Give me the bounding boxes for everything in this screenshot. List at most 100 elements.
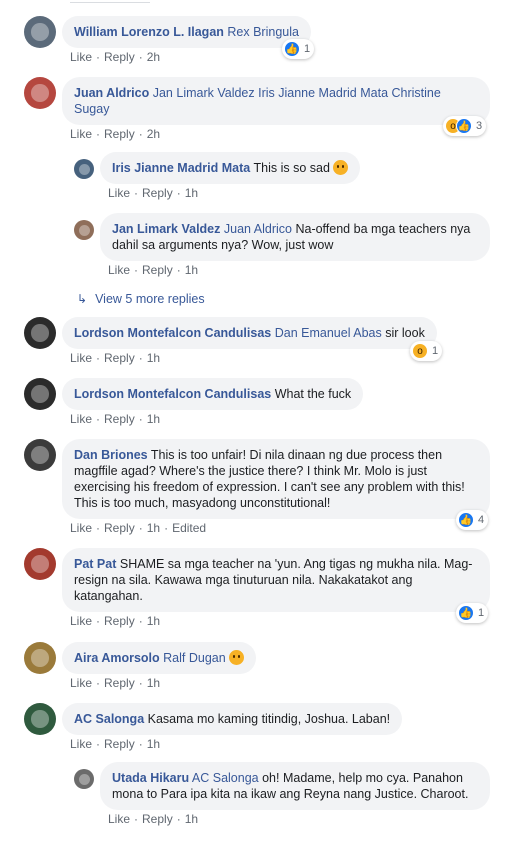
avatar[interactable] [24,77,56,109]
reactions-summary[interactable]: o 1 [410,341,443,361]
reactions-summary[interactable]: 👍 1 [282,39,315,59]
like-icon: 👍 [458,512,474,528]
avatar[interactable] [24,642,56,674]
timestamp[interactable]: 2h [147,127,160,141]
timestamp[interactable]: 1h [147,521,160,535]
avatar[interactable] [24,439,56,471]
reply-link[interactable]: Reply [104,412,135,426]
comment-actions: Like · Reply · 1h · Edited [70,521,207,535]
reply-link[interactable]: Reply [104,614,135,628]
comment-actions: Like · Reply · 1h [108,263,199,277]
comment-actions: Like · Reply · 1h [108,812,199,826]
comment-author[interactable]: Aira Amorsolo [74,651,160,665]
avatar[interactable] [24,703,56,735]
comment-actions: Like · Reply · 1h [108,186,199,200]
like-link[interactable]: Like [70,127,92,141]
reply-arrow-icon: ↳ [77,292,88,306]
like-link[interactable]: Like [70,614,92,628]
comment-actions: Like · Reply · 1h [70,614,161,628]
like-link[interactable]: Like [70,737,92,751]
comment-actions: Like · Reply · 1h [70,676,161,690]
tagged-names[interactable]: Ralf Dugan [163,651,226,665]
timestamp[interactable]: 1h [185,263,198,277]
like-link[interactable]: Like [108,263,130,277]
reply-link[interactable]: Reply [104,50,135,64]
comment-author[interactable]: Lordson Montefalcon Candulisas [74,326,271,340]
like-link[interactable]: Like [70,521,92,535]
comment-author[interactable]: Dan Briones [74,448,148,462]
reply-link[interactable]: Reply [104,351,135,365]
tagged-names[interactable]: Rex Bringula [227,25,299,39]
avatar[interactable] [74,220,94,240]
reply-link[interactable]: Reply [142,263,173,277]
comment-author[interactable]: AC Salonga [74,712,144,726]
like-link[interactable]: Like [70,50,92,64]
avatar[interactable] [24,548,56,580]
like-link[interactable]: Like [108,186,130,200]
comment-author[interactable]: Iris Jianne Madrid Mata [112,161,250,175]
view-more-replies-link[interactable]: ↳ View 5 more replies [77,292,205,306]
reply-link[interactable]: Reply [142,186,173,200]
like-icon: 👍 [456,118,472,134]
comment-bubble: Lordson Montefalcon Candulisas What the … [62,378,364,410]
comment-author[interactable]: Lordson Montefalcon Candulisas [74,387,271,401]
reply-link[interactable]: Reply [104,127,135,141]
avatar[interactable] [24,317,56,349]
tagged-names[interactable]: AC Salonga [192,771,259,785]
comment-bubble: Iris Jianne Madrid Mata This is so sad [100,152,360,184]
comment-bubble: Juan Aldrico Jan Limark Valdez Iris Jian… [62,77,490,125]
comment-text: SHAME sa mga teacher na 'yun. Ang tigas … [74,557,473,603]
reply-link[interactable]: Reply [104,676,135,690]
tagged-names[interactable]: Dan Emanuel Abas [275,326,382,340]
comment-text: Kasama mo kaming titindig, Joshua. Laban… [147,712,391,726]
timestamp[interactable]: 1h [147,412,160,426]
comment-text: What the fuck [274,387,352,401]
comment-text: sir look [385,326,425,340]
like-link[interactable]: Like [70,676,92,690]
reply-link[interactable]: Reply [104,737,135,751]
comment-bubble: AC Salonga Kasama mo kaming titindig, Jo… [62,703,403,735]
like-icon: 👍 [284,41,300,57]
like-link[interactable]: Like [108,812,130,826]
timestamp[interactable]: 2h [147,50,160,64]
comment-actions: Like · Reply · 2h [70,50,161,64]
like-icon: 👍 [458,605,474,621]
comment-actions: Like · Reply · 1h [70,737,161,751]
comment-bubble: Aira Amorsolo Ralf Dugan [62,642,256,674]
reactions-summary[interactable]: o 👍 3 [443,116,487,136]
edited-label[interactable]: Edited [172,521,206,535]
avatar[interactable] [24,378,56,410]
sad-emoji [332,160,348,175]
comment-author[interactable]: Utada Hikaru [112,771,189,785]
comment-author[interactable]: William Lorenzo L. Ilagan [74,25,224,39]
avatar[interactable] [24,16,56,48]
avatar[interactable] [74,159,94,179]
reply-link[interactable]: Reply [104,521,135,535]
tagged-names[interactable]: Juan Aldrico [224,222,292,236]
comment-bubble: Utada Hikaru AC Salonga oh! Madame, help… [100,762,490,810]
like-link[interactable]: Like [70,412,92,426]
comment-bubble: Pat Pat SHAME sa mga teacher na 'yun. An… [62,548,490,612]
crying-emoji [228,650,244,665]
timestamp[interactable]: 1h [147,737,160,751]
timestamp[interactable]: 1h [147,676,160,690]
comment-bubble: Jan Limark Valdez Juan Aldrico Na-offend… [100,213,490,261]
like-link[interactable]: Like [70,351,92,365]
timestamp[interactable]: 1h [185,186,198,200]
reactions-summary[interactable]: 👍 4 [456,510,489,530]
comment-author[interactable]: Pat Pat [74,557,116,571]
reactions-summary[interactable]: 👍 1 [456,603,489,623]
comment-author[interactable]: Juan Aldrico [74,86,149,100]
comment-actions: Like · Reply · 2h [70,127,161,141]
comment-actions: Like · Reply · 1h [70,351,161,365]
comment-text: This is so sad [253,161,330,175]
comment-bubble: William Lorenzo L. Ilagan Rex Bringula [62,16,311,48]
comment-author[interactable]: Jan Limark Valdez [112,222,220,236]
timestamp[interactable]: 1h [185,812,198,826]
avatar[interactable] [74,769,94,789]
comment-bubble: Lordson Montefalcon Candulisas Dan Emanu… [62,317,437,349]
timestamp[interactable]: 1h [147,351,160,365]
reply-link[interactable]: Reply [142,812,173,826]
timestamp[interactable]: 1h [147,614,160,628]
comment-bubble: Dan Briones This is too unfair! Di nila … [62,439,490,519]
